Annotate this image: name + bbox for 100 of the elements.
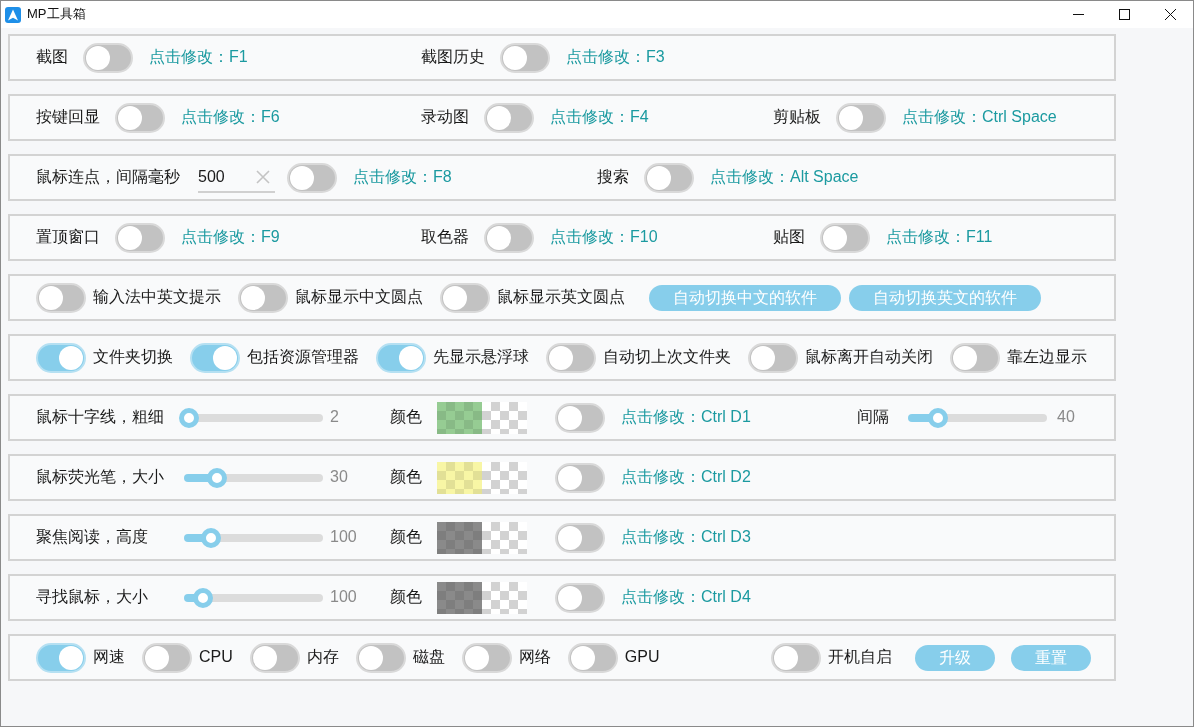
setting-label: 鼠标十字线，粗细 <box>36 407 165 428</box>
toggle-switch[interactable] <box>555 522 605 553</box>
color-label: 颜色 <box>390 587 422 608</box>
slider-thumb[interactable] <box>927 407 948 428</box>
setting-label: 聚焦阅读，高度 <box>36 527 149 548</box>
color-swatch[interactable] <box>437 521 482 554</box>
arrow-logo-icon <box>5 6 21 23</box>
hotkey-link[interactable]: 点击修改：F6 <box>181 107 280 128</box>
setting-label: 先显示悬浮球 <box>433 347 529 368</box>
toggle-switch[interactable] <box>115 222 165 253</box>
hotkey-link[interactable]: 点击修改：Ctrl D4 <box>621 588 751 606</box>
slider-thumb[interactable] <box>193 587 214 608</box>
toggle-switch[interactable] <box>190 342 240 373</box>
slider-thumb[interactable] <box>207 467 228 488</box>
hotkey-link[interactable]: 点击修改：Ctrl D1 <box>621 408 751 426</box>
color-label: 颜色 <box>390 467 422 488</box>
toggle-switch[interactable] <box>567 642 618 673</box>
setting-label: 截图历史 <box>421 47 485 68</box>
toggle-switch[interactable] <box>555 582 605 613</box>
checker-swatch[interactable] <box>482 401 527 434</box>
hotkey-link[interactable]: 点击修改：F9 <box>181 227 280 248</box>
setting-label: 剪贴板 <box>773 107 821 128</box>
color-swatch[interactable] <box>437 401 482 434</box>
toggle-switch[interactable] <box>115 102 165 133</box>
action-button[interactable]: 自动切换中文的软件 <box>649 284 841 311</box>
setting-label: 取色器 <box>421 227 469 248</box>
toggle-switch[interactable] <box>555 402 605 433</box>
toggle-switch[interactable] <box>376 342 426 373</box>
maximize-icon <box>1118 9 1130 20</box>
color-label: 颜色 <box>390 527 422 548</box>
checker-swatch[interactable] <box>482 521 527 554</box>
toggle-switch[interactable] <box>748 342 798 373</box>
hotkey-link[interactable]: 点击修改：Ctrl D2 <box>621 468 751 486</box>
toggle-switch[interactable] <box>484 222 534 253</box>
toggle-switch[interactable] <box>461 642 512 673</box>
toggle-switch[interactable] <box>142 642 192 673</box>
slider-value: 30 <box>329 467 349 488</box>
toggle-switch[interactable] <box>644 162 694 193</box>
setting-label: 置顶窗口 <box>36 227 100 248</box>
setting-label: CPU <box>199 647 233 668</box>
toggle-switch[interactable] <box>484 102 534 133</box>
setting-label: 开机自启 <box>828 647 892 668</box>
slider-thumb[interactable] <box>200 527 221 548</box>
hotkey-link[interactable]: 点击修改：F10 <box>550 227 658 248</box>
setting-label: 自动切上次文件夹 <box>603 347 731 368</box>
setting-label: 文件夹切换 <box>93 347 173 368</box>
hotkey-link[interactable]: 点击修改：F4 <box>550 107 649 128</box>
toggle-switch[interactable] <box>500 42 550 73</box>
setting-label: 鼠标离开自动关闭 <box>805 347 933 368</box>
interval-field[interactable]: 500 <box>198 162 256 193</box>
toggle-switch[interactable] <box>83 42 133 73</box>
setting-label: 网速 <box>93 647 125 668</box>
slider-value: 40 <box>1056 407 1076 428</box>
window-title: MP工具箱 <box>27 6 86 23</box>
setting-label: 间隔 <box>857 407 889 428</box>
toggle-switch[interactable] <box>355 642 406 673</box>
toggle-switch[interactable] <box>36 642 86 673</box>
toggle-switch[interactable] <box>950 342 1000 373</box>
toggle-switch[interactable] <box>555 462 605 493</box>
toggle-switch[interactable] <box>238 282 288 313</box>
action-button[interactable]: 自动切换英文的软件 <box>849 284 1041 311</box>
setting-label: 输入法中英文提示 <box>93 287 221 308</box>
slider-thumb[interactable] <box>179 407 199 428</box>
color-swatch[interactable] <box>437 581 482 614</box>
slider-value: 100 <box>329 527 358 548</box>
toggle-switch[interactable] <box>440 282 490 313</box>
hotkey-link[interactable]: 点击修改：F8 <box>353 167 452 188</box>
setting-label: 截图 <box>36 47 68 68</box>
clear-icon[interactable] <box>256 169 270 184</box>
setting-label: 磁盘 <box>412 647 445 668</box>
setting-label: 靠左边显示 <box>1007 347 1087 368</box>
hotkey-link[interactable]: 点击修改：F3 <box>566 47 665 68</box>
toggle-switch[interactable] <box>820 222 870 253</box>
setting-label: 网络 <box>518 647 551 668</box>
setting-label: 录动图 <box>421 107 469 128</box>
slider-value: 100 <box>329 587 358 608</box>
toggle-switch[interactable] <box>546 342 596 373</box>
setting-label: 按键回显 <box>36 107 100 128</box>
hotkey-link[interactable]: 点击修改：Ctrl Space <box>902 107 1057 128</box>
setting-label: 搜索 <box>597 167 629 188</box>
toggle-switch[interactable] <box>36 282 86 313</box>
action-button[interactable]: 重置 <box>1011 644 1091 671</box>
hotkey-link[interactable]: 点击修改：Alt Space <box>710 167 859 188</box>
hotkey-link[interactable]: 点击修改：F1 <box>149 47 248 68</box>
color-swatch[interactable] <box>437 461 482 494</box>
action-button[interactable]: 升级 <box>915 644 995 671</box>
hotkey-link[interactable]: 点击修改：F11 <box>886 227 993 248</box>
toggle-switch[interactable] <box>36 342 86 373</box>
hotkey-link[interactable]: 点击修改：Ctrl D3 <box>621 528 751 546</box>
setting-label: 寻找鼠标，大小 <box>36 587 149 608</box>
setting-label: 内存 <box>306 647 339 668</box>
color-label: 颜色 <box>390 407 422 428</box>
checker-swatch[interactable] <box>482 581 527 614</box>
toggle-switch[interactable] <box>287 162 337 193</box>
checker-swatch[interactable] <box>482 461 527 494</box>
toggle-switch[interactable] <box>249 642 300 673</box>
setting-label: 鼠标显示中文圆点 <box>295 287 423 308</box>
toggle-switch[interactable] <box>771 642 821 673</box>
toggle-switch[interactable] <box>836 102 886 133</box>
slider-value: 2 <box>329 407 340 428</box>
